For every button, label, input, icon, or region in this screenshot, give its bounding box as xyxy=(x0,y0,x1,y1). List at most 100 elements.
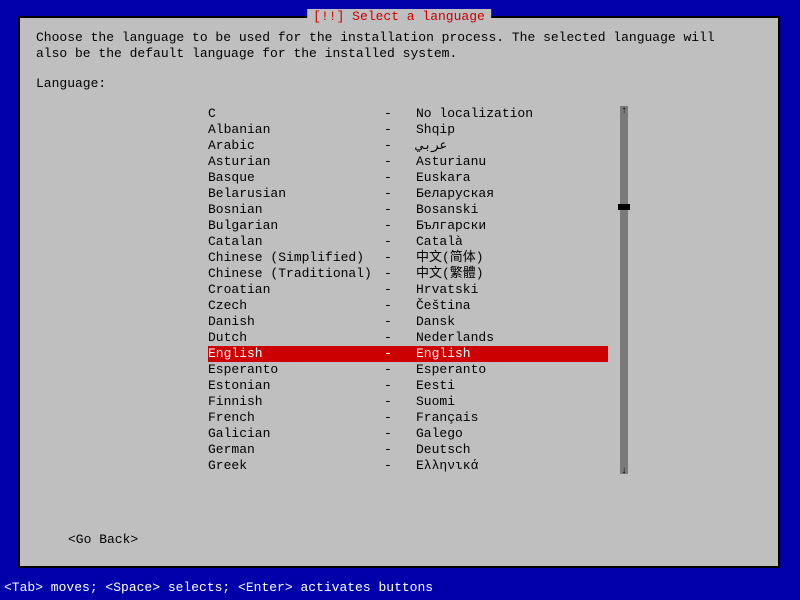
separator: - xyxy=(384,346,416,362)
language-native: Shqip xyxy=(416,122,608,138)
language-native: 中文(简体) xyxy=(416,250,608,266)
language-name: Arabic xyxy=(208,138,384,154)
language-item[interactable]: French-Français xyxy=(208,410,608,426)
language-native: Čeština xyxy=(416,298,608,314)
language-name: Esperanto xyxy=(208,362,384,378)
language-name: Danish xyxy=(208,314,384,330)
language-name: Finnish xyxy=(208,394,384,410)
language-item[interactable]: Chinese (Simplified)-中文(简体) xyxy=(208,250,608,266)
language-name: Basque xyxy=(208,170,384,186)
separator: - xyxy=(384,186,416,202)
separator: - xyxy=(384,378,416,394)
language-item[interactable]: Danish-Dansk xyxy=(208,314,608,330)
separator: - xyxy=(384,442,416,458)
separator: - xyxy=(384,426,416,442)
language-native: Suomi xyxy=(416,394,608,410)
language-native: Ελληνικά xyxy=(416,458,608,474)
language-name: Bosnian xyxy=(208,202,384,218)
language-item[interactable]: Chinese (Traditional)-中文(繁體) xyxy=(208,266,608,282)
instruction-text: Choose the language to be used for the i… xyxy=(36,30,762,62)
language-native: Français xyxy=(416,410,608,426)
language-item[interactable]: Arabic-عربي xyxy=(208,138,608,154)
language-native: Galego xyxy=(416,426,608,442)
go-back-button[interactable]: <Go Back> xyxy=(68,532,138,548)
language-native: Dansk xyxy=(416,314,608,330)
language-item[interactable]: Bulgarian-Български xyxy=(208,218,608,234)
language-item[interactable]: Albanian-Shqip xyxy=(208,122,608,138)
language-native: Bosanski xyxy=(416,202,608,218)
language-item[interactable]: Asturian-Asturianu xyxy=(208,154,608,170)
scrollbar-track[interactable] xyxy=(620,106,628,474)
language-name: Greek xyxy=(208,458,384,474)
language-native: No localization xyxy=(416,106,608,122)
language-native: Nederlands xyxy=(416,330,608,346)
language-name: Chinese (Traditional) xyxy=(208,266,384,282)
language-name: Albanian xyxy=(208,122,384,138)
language-name: Belarusian xyxy=(208,186,384,202)
language-name: Dutch xyxy=(208,330,384,346)
language-list[interactable]: C-No localizationAlbanian-ShqipArabic-عر… xyxy=(208,106,608,474)
separator: - xyxy=(384,394,416,410)
separator: - xyxy=(384,410,416,426)
language-name: Estonian xyxy=(208,378,384,394)
separator: - xyxy=(384,282,416,298)
footer-hint: <Tab> moves; <Space> selects; <Enter> ac… xyxy=(4,580,433,596)
separator: - xyxy=(384,122,416,138)
language-native: Eesti xyxy=(416,378,608,394)
language-dialog: [!!] Select a language Choose the langua… xyxy=(18,16,780,568)
separator: - xyxy=(384,250,416,266)
scroll-down-icon[interactable]: ↓ xyxy=(618,464,630,476)
language-native: Български xyxy=(416,218,608,234)
language-name: Chinese (Simplified) xyxy=(208,250,384,266)
separator: - xyxy=(384,330,416,346)
language-name: Bulgarian xyxy=(208,218,384,234)
language-native: Asturianu xyxy=(416,154,608,170)
language-item[interactable]: Catalan-Català xyxy=(208,234,608,250)
language-native: Esperanto xyxy=(416,362,608,378)
language-native: Deutsch xyxy=(416,442,608,458)
language-name: Galician xyxy=(208,426,384,442)
separator: - xyxy=(384,234,416,250)
language-item[interactable]: Basque-Euskara xyxy=(208,170,608,186)
dialog-title: [!!] Select a language xyxy=(307,9,491,25)
language-native: Hrvatski xyxy=(416,282,608,298)
language-name: Asturian xyxy=(208,154,384,170)
language-name: Catalan xyxy=(208,234,384,250)
language-item[interactable]: Greek-Ελληνικά xyxy=(208,458,608,474)
language-native: English xyxy=(416,346,608,362)
language-item[interactable]: Dutch-Nederlands xyxy=(208,330,608,346)
separator: - xyxy=(384,154,416,170)
language-name: English xyxy=(208,346,384,362)
language-item[interactable]: Czech-Čeština xyxy=(208,298,608,314)
separator: - xyxy=(384,266,416,282)
language-item[interactable]: Croatian-Hrvatski xyxy=(208,282,608,298)
language-item[interactable]: Bosnian-Bosanski xyxy=(208,202,608,218)
language-native: Català xyxy=(416,234,608,250)
dialog-content: Choose the language to be used for the i… xyxy=(20,18,778,486)
language-item[interactable]: Belarusian-Беларуская xyxy=(208,186,608,202)
separator: - xyxy=(384,202,416,218)
separator: - xyxy=(384,362,416,378)
language-item[interactable]: English-English xyxy=(208,346,608,362)
language-prompt: Language: xyxy=(36,76,762,92)
language-native: عربي xyxy=(416,138,608,154)
language-item[interactable]: Esperanto-Esperanto xyxy=(208,362,608,378)
separator: - xyxy=(384,138,416,154)
scrollbar-thumb[interactable] xyxy=(618,204,630,210)
separator: - xyxy=(384,314,416,330)
separator: - xyxy=(384,458,416,474)
language-name: French xyxy=(208,410,384,426)
separator: - xyxy=(384,170,416,186)
language-item[interactable]: Galician-Galego xyxy=(208,426,608,442)
language-native: Euskara xyxy=(416,170,608,186)
language-item[interactable]: C-No localization xyxy=(208,106,608,122)
language-name: C xyxy=(208,106,384,122)
language-name: German xyxy=(208,442,384,458)
language-item[interactable]: German-Deutsch xyxy=(208,442,608,458)
language-name: Croatian xyxy=(208,282,384,298)
language-item[interactable]: Estonian-Eesti xyxy=(208,378,608,394)
language-item[interactable]: Finnish-Suomi xyxy=(208,394,608,410)
language-native: 中文(繁體) xyxy=(416,266,608,282)
separator: - xyxy=(384,298,416,314)
scroll-up-icon[interactable]: ↑ xyxy=(618,104,630,116)
